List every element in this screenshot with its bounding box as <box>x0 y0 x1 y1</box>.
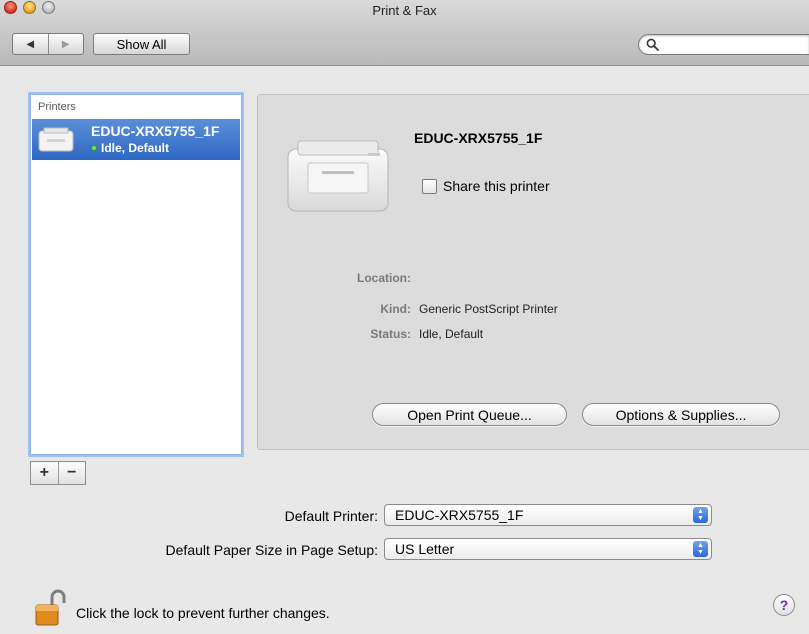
add-printer-button[interactable]: + <box>31 462 58 484</box>
lock-message: Click the lock to prevent further change… <box>76 605 330 621</box>
printer-large-icon <box>287 140 389 212</box>
kind-value: Generic PostScript Printer <box>419 302 558 316</box>
default-printer-value: EDUC-XRX5755_1F <box>395 507 524 523</box>
share-printer-checkbox[interactable] <box>422 178 437 194</box>
show-all-button[interactable]: Show All <box>93 33 190 55</box>
default-paper-size-value: US Letter <box>395 541 455 557</box>
forward-button[interactable]: ▶ <box>47 34 84 54</box>
printers-list-header: Printers <box>38 101 76 113</box>
remove-printer-button[interactable]: − <box>57 462 86 484</box>
status-label: Status: <box>370 327 411 341</box>
options-supplies-button[interactable]: Options & Supplies... <box>582 403 780 426</box>
search-field[interactable] <box>638 34 809 55</box>
selected-printer-name: EDUC-XRX5755_1F <box>414 130 543 146</box>
kind-label: Kind: <box>380 302 411 316</box>
printer-list-item[interactable]: EDUC-XRX5755_1F Idle, Default <box>32 119 240 160</box>
lock-icon[interactable] <box>34 589 68 627</box>
help-button[interactable]: ? <box>773 594 795 616</box>
status-dot-icon <box>91 145 97 151</box>
default-paper-size-label: Default Paper Size in Page Setup: <box>165 542 378 558</box>
back-button[interactable]: ◀ <box>13 34 48 54</box>
popup-arrows-icon: ▲ ▼ <box>693 507 708 523</box>
default-paper-size-popup[interactable]: US Letter ▲ ▼ <box>384 538 712 560</box>
printer-list-item-name: EDUC-XRX5755_1F <box>91 123 220 139</box>
back-forward-control: ◀ ▶ <box>12 33 84 55</box>
search-icon <box>646 38 659 51</box>
printer-list-item-status: Idle, Default <box>91 141 169 155</box>
printer-icon <box>38 127 74 152</box>
default-printer-label: Default Printer: <box>284 508 378 524</box>
default-printer-popup[interactable]: EDUC-XRX5755_1F ▲ ▼ <box>384 504 712 526</box>
popup-arrows-icon: ▲ ▼ <box>693 541 708 557</box>
status-value: Idle, Default <box>419 327 484 341</box>
open-print-queue-button[interactable]: Open Print Queue... <box>372 403 567 426</box>
share-printer-label: Share this printer <box>443 178 550 194</box>
window-title: Print & Fax <box>372 3 437 18</box>
window-titlebar: Print & Fax ◀ ▶ Show All <box>0 0 809 66</box>
add-remove-printer-control: + − <box>30 461 86 485</box>
share-printer-option[interactable]: Share this printer <box>422 178 550 194</box>
printers-list[interactable]: Printers EDUC-XRX5755_1F Idle, Default <box>30 94 242 455</box>
location-label: Location: <box>357 271 411 285</box>
printer-list-item-status-text: Idle, Default <box>101 141 170 155</box>
